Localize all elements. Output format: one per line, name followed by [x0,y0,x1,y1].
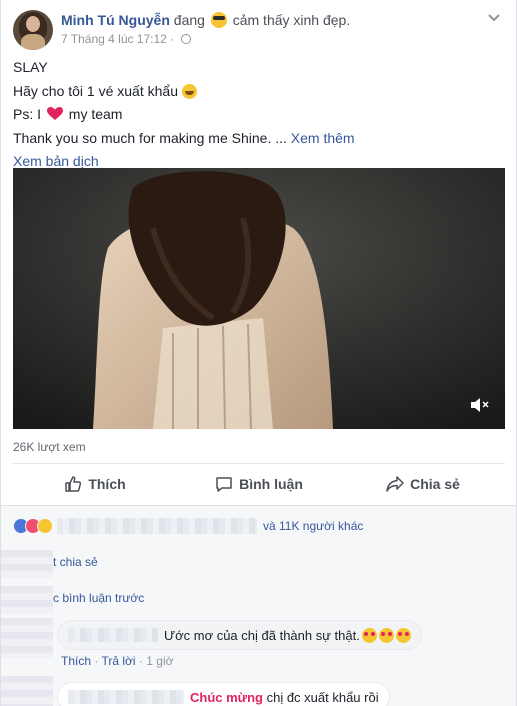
like-label: Thích [88,476,126,492]
post-line-4: Thank you so much for making me Shine. .… [13,129,503,153]
commenter-avatar[interactable] [1,618,53,658]
blurred-avatar [1,550,53,578]
commenter-avatar[interactable] [1,676,53,706]
heart-eyes-emoji-icon [361,627,377,643]
blurred-avatar [1,586,53,614]
comment-bubble: Ước mơ của chị đã thành sự thật. [57,620,422,650]
post-card: Minh Tú Nguyễn đang cảm thấy xinh đẹp. 7… [0,0,517,706]
comment-reply-link[interactable]: Trả lời [101,654,135,668]
comment-highlight-text: Chúc mừng [190,689,263,705]
comment-text: chị đc xuất khẩu rồi [266,689,379,705]
previous-comments-link[interactable]: c bình luận trước [53,591,144,605]
post-line-2: Hãy cho tôi 1 vé xuất khẩu [13,82,503,106]
comment-button[interactable]: Bình luận [177,466,341,502]
post-line-3-end: my team [68,106,123,122]
blurred-names [57,518,257,534]
comment-icon [216,477,232,492]
comment-text: Ước mơ của chị đã thành sự thật. [164,627,360,643]
heart-icon [46,107,63,120]
haha-reaction-icon [37,518,53,534]
comment-label: Bình luận [239,476,303,492]
share-label: Chia sẻ [410,476,460,492]
view-count: 26K lượt xem [13,440,86,454]
comment-action-sep: · [138,654,143,668]
post-line-2-text: Hãy cho tôi 1 vé xuất khẩu [13,82,178,99]
thumbs-up-icon [65,476,82,492]
author-name[interactable]: Minh Tú Nguyễn [61,12,170,28]
post-line-3-start: Ps: I [13,106,42,122]
feeling-text: cảm thấy xinh đẹp. [232,12,351,28]
video-player[interactable] [13,168,505,429]
comment-actions: Thích · Trả lời · 1 giờ [61,654,173,668]
post-body: SLAY Hãy cho tôi 1 vé xuất khẩu Ps: I my… [13,58,503,176]
post-header: Minh Tú Nguyễn đang cảm thấy xinh đẹp. [61,12,350,28]
heart-eyes-emoji-icon [395,627,411,643]
post-line-1: SLAY [13,59,48,75]
reaction-count-text[interactable]: và 11K người khác [263,519,363,533]
public-globe-icon[interactable] [180,34,191,44]
see-more-link[interactable]: Xem thêm [291,130,355,146]
meta-separator: · [170,32,175,46]
more-options-icon[interactable] [486,10,502,26]
post-line-4-text: Thank you so much for making me Shine. .… [13,129,287,146]
comments-section: và 11K người khác t chia sẻ c bình luận … [1,505,516,706]
blurred-commenter-name [68,690,184,704]
author-avatar[interactable] [13,10,53,50]
post-actions: Thích Bình luận Chia sẻ [13,466,505,502]
share-icon [386,476,404,492]
reaction-summary[interactable]: và 11K người khác [13,516,363,536]
post-meta: 7 Tháng 4 lúc 17:12 · [61,32,191,46]
feeling-prefix: đang [173,12,205,28]
shares-link[interactable]: t chia sẻ [53,555,98,569]
comment-bubble: Chúc mừng chị đc xuất khẩu rồi [57,682,390,706]
post-timestamp[interactable]: 7 Tháng 4 lúc 17:12 [61,32,167,46]
comment-time[interactable]: 1 giờ [146,654,173,668]
comment-action-sep: · [94,654,99,668]
post-line-3: Ps: I my team [13,105,503,129]
like-button[interactable]: Thích [13,466,177,502]
mute-icon[interactable] [469,395,491,415]
cool-emoji-icon [210,12,227,28]
heart-eyes-emoji-icon [378,627,394,643]
share-button[interactable]: Chia sẻ [341,466,505,502]
grin-emoji-icon [182,83,197,99]
blurred-commenter-name [68,628,158,642]
comment-like-link[interactable]: Thích [61,654,91,668]
divider [13,463,505,464]
